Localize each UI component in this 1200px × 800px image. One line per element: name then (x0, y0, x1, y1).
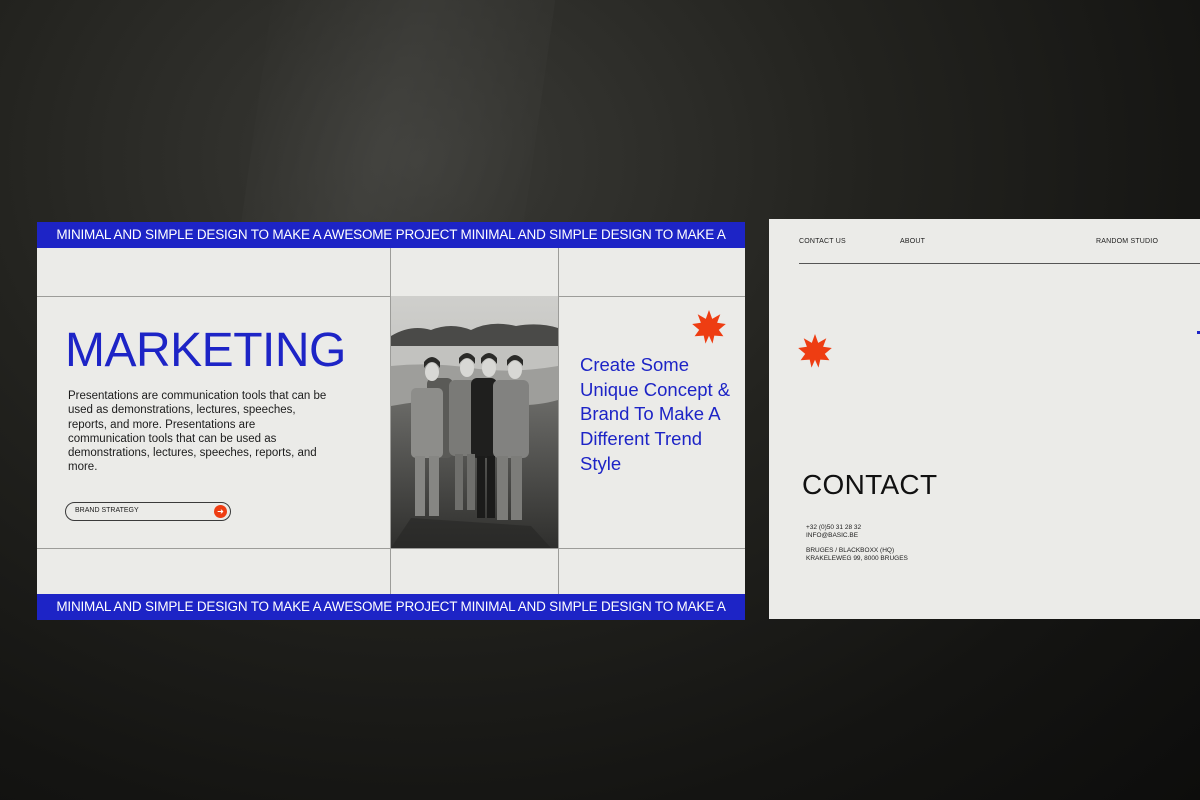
contact-slide: CONTACT US ABOUT RANDOM STUDIO CONTACT +… (769, 219, 1200, 619)
contact-address-line2: KRAKELEWEG 99, 8000 BRUGES (806, 555, 908, 564)
address-line1-text: BRUGES / BLACKBOXX (HQ) (806, 547, 895, 554)
address-line2-text: KRAKELEWEG 99, 8000 BRUGES (806, 555, 908, 562)
slide-description: Presentations are communication tools th… (68, 390, 327, 474)
ticker-bottom-text: MINIMAL AND SIMPLE DESIGN TO MAKE A AWES… (56, 599, 726, 614)
nav-about[interactable]: ABOUT (900, 238, 925, 245)
nav-contact-us[interactable]: CONTACT US (799, 238, 846, 245)
ticker-bottom: MINIMAL AND SIMPLE DESIGN TO MAKE A AWES… (37, 594, 745, 620)
marketing-slide: MINIMAL AND SIMPLE DESIGN TO MAKE A AWES… (37, 222, 745, 620)
ticker-top: MINIMAL AND SIMPLE DESIGN TO MAKE A AWES… (37, 222, 745, 248)
brand-strategy-label: BRAND STRATEGY (75, 507, 139, 514)
grid-line (558, 248, 559, 594)
grid-line (37, 548, 745, 549)
slide-title: MARKETING (65, 324, 346, 377)
starburst-icon (798, 334, 832, 368)
email-text: INFO@BASIC.BE (806, 532, 859, 539)
starburst-icon (692, 310, 726, 344)
contact-title: CONTACT (802, 469, 938, 500)
brand-strategy-button[interactable]: BRAND STRATEGY ➜ (65, 502, 231, 521)
nav-divider (799, 263, 1200, 264)
contact-email: INFO@BASIC.BE (806, 532, 858, 541)
slide-tagline: Create Some Unique Concept & Brand To Ma… (580, 354, 731, 474)
nav-random-studio[interactable]: RANDOM STUDIO (1096, 238, 1158, 245)
arrow-right-icon: ➜ (214, 505, 227, 518)
group-photo (391, 296, 558, 548)
phone-text: +32 (0)50 31 28 32 (806, 524, 862, 531)
ticker-top-text: MINIMAL AND SIMPLE DESIGN TO MAKE A AWES… (56, 227, 726, 242)
